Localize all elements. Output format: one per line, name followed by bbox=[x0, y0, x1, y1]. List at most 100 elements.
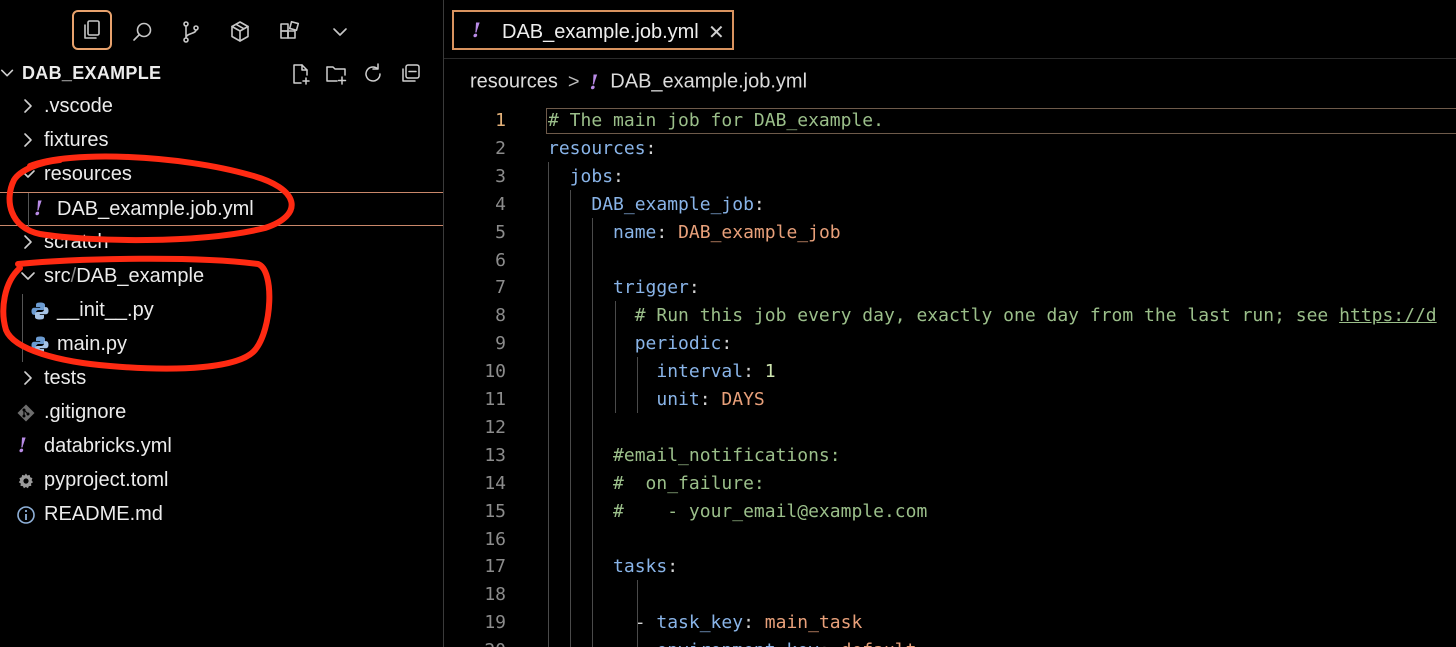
tree-item-label: README.md bbox=[44, 503, 163, 525]
line-number: 8 bbox=[495, 305, 506, 327]
line-number: 19 bbox=[484, 612, 506, 634]
tree-item-vscode[interactable]: .vscode bbox=[0, 90, 443, 124]
breadcrumb-item-resources[interactable]: resources bbox=[470, 71, 558, 93]
python-file-icon bbox=[30, 301, 50, 321]
tree-item-label: tests bbox=[44, 367, 87, 389]
code-line[interactable]: periodic: bbox=[548, 333, 733, 354]
tree-item-label: main.py bbox=[57, 333, 128, 355]
extensions-icon[interactable] bbox=[270, 12, 310, 52]
line-number: 2 bbox=[495, 137, 506, 159]
line-number: 10 bbox=[484, 361, 506, 383]
tree-item-label: src/DAB_example bbox=[44, 265, 204, 288]
line-number: 7 bbox=[495, 277, 506, 299]
code-line[interactable]: # - your_email@example.com bbox=[548, 501, 927, 522]
tree-item-dab-example-job-yml[interactable]: ! DAB_example.job.yml bbox=[0, 192, 443, 227]
code-line[interactable]: resources: bbox=[548, 138, 656, 159]
refresh-icon[interactable] bbox=[361, 62, 387, 88]
tree-item-main-py[interactable]: main.py bbox=[0, 328, 443, 362]
tree-item-label: fixtures bbox=[44, 129, 109, 151]
indent-guide bbox=[22, 294, 23, 328]
indent-guide bbox=[570, 189, 571, 647]
yaml-file-icon: ! bbox=[34, 196, 43, 220]
git-icon bbox=[16, 403, 36, 423]
line-number: 20 bbox=[444, 640, 506, 647]
code-line[interactable]: interval: 1 bbox=[548, 361, 775, 382]
indent-guide bbox=[548, 161, 549, 647]
line-number: 5 bbox=[495, 221, 506, 243]
editor-tab-dab-example-job-yml[interactable]: ! DAB_example.job.yml ✕ bbox=[452, 10, 734, 50]
line-number: 13 bbox=[484, 444, 506, 466]
indent-guide bbox=[637, 580, 638, 647]
line-number: 12 bbox=[484, 416, 506, 438]
tab-label: DAB_example.job.yml bbox=[502, 21, 699, 43]
code-line[interactable]: - task_key: main_task bbox=[548, 612, 863, 633]
line-number: 1 bbox=[495, 110, 506, 131]
tree-item-resources[interactable]: resources bbox=[0, 158, 443, 192]
tree-item-tests[interactable]: tests bbox=[0, 362, 443, 396]
chevron-down-icon bbox=[20, 267, 38, 287]
new-file-icon[interactable] bbox=[288, 62, 314, 88]
tree-item-fixtures[interactable]: fixtures bbox=[0, 124, 443, 158]
tree-item-pyproject-toml[interactable]: pyproject.toml bbox=[0, 464, 443, 498]
chevron-down-icon[interactable] bbox=[0, 63, 18, 85]
python-file-icon bbox=[30, 335, 50, 355]
line-number: 17 bbox=[484, 556, 506, 578]
tree-item-init-py[interactable]: __init__.py bbox=[0, 294, 443, 328]
indent-guide bbox=[22, 328, 23, 362]
tree-item-src-dab-example[interactable]: src/DAB_example bbox=[0, 260, 443, 294]
line-number: 16 bbox=[484, 528, 506, 550]
indent-guide bbox=[637, 357, 638, 413]
indent-guide bbox=[592, 217, 593, 647]
tree-item-label: DAB_example.job.yml bbox=[57, 198, 254, 220]
tree-item-label: databricks.yml bbox=[44, 435, 172, 457]
gear-icon bbox=[16, 471, 36, 491]
tree-item-gitignore[interactable]: .gitignore bbox=[0, 396, 443, 430]
chevron-right-icon bbox=[20, 131, 38, 151]
breadcrumb-item-file[interactable]: DAB_example.job.yml bbox=[610, 71, 807, 93]
path-segment-src: src bbox=[44, 265, 71, 287]
tree-item-label: resources bbox=[44, 163, 132, 185]
explorer-icon[interactable] bbox=[72, 10, 112, 50]
tree-item-label: .vscode bbox=[44, 95, 113, 117]
code-line[interactable]: environment_key: default bbox=[548, 640, 916, 647]
tree-item-readme-md[interactable]: README.md bbox=[0, 498, 443, 532]
code-line[interactable]: # Run this job every day, exactly one da… bbox=[548, 305, 1437, 326]
code-line[interactable]: jobs: bbox=[548, 166, 624, 187]
new-folder-icon[interactable] bbox=[324, 62, 350, 88]
line-number: 6 bbox=[495, 249, 506, 271]
line-number: 14 bbox=[484, 472, 506, 494]
tree-item-label: pyproject.toml bbox=[44, 469, 169, 491]
chevron-down-icon bbox=[20, 165, 38, 185]
yaml-file-icon: ! bbox=[472, 18, 481, 42]
explorer-title[interactable]: DAB_EXAMPLE bbox=[22, 63, 161, 84]
breadcrumb: resources >! DAB_example.job.yml bbox=[470, 70, 807, 96]
search-icon[interactable] bbox=[123, 12, 163, 52]
indent-guide bbox=[28, 193, 29, 227]
package-icon[interactable] bbox=[220, 12, 260, 52]
chevron-right-icon: > bbox=[567, 70, 580, 93]
tree-item-label: __init__.py bbox=[57, 299, 154, 321]
chevron-right-icon bbox=[20, 97, 38, 117]
code-editor[interactable]: 1 # The main job for DAB_example. 2 resourc… bbox=[444, 106, 1456, 647]
line-number: 11 bbox=[484, 389, 506, 410]
tree-item-scratch[interactable]: scratch bbox=[0, 226, 443, 260]
line-number: 3 bbox=[495, 165, 506, 187]
collapse-all-icon[interactable] bbox=[398, 62, 424, 88]
source-control-icon[interactable] bbox=[171, 12, 211, 52]
code-line[interactable]: tasks: bbox=[548, 556, 678, 577]
code-line[interactable]: unit: DAYS bbox=[548, 389, 764, 410]
line-number: 15 bbox=[484, 500, 506, 522]
tree-item-label: scratch bbox=[44, 231, 109, 253]
info-icon bbox=[16, 505, 36, 525]
line-number: 18 bbox=[484, 584, 506, 606]
tree-item-databricks-yml[interactable]: ! databricks.yml bbox=[0, 430, 443, 464]
code-line[interactable]: # on_failure: bbox=[548, 473, 765, 494]
close-icon[interactable]: ✕ bbox=[708, 20, 725, 45]
explorer-sidebar: DAB_EXAMPLE .vscode fixtures resources !… bbox=[0, 0, 443, 647]
chevron-right-icon bbox=[20, 233, 38, 253]
code-line[interactable]: DAB_example_job: bbox=[548, 194, 764, 215]
code-line[interactable]: # The main job for DAB_example. bbox=[548, 110, 884, 131]
yaml-file-icon: ! bbox=[589, 70, 599, 94]
chevron-down-icon[interactable] bbox=[320, 12, 360, 52]
chevron-right-icon bbox=[20, 369, 38, 389]
